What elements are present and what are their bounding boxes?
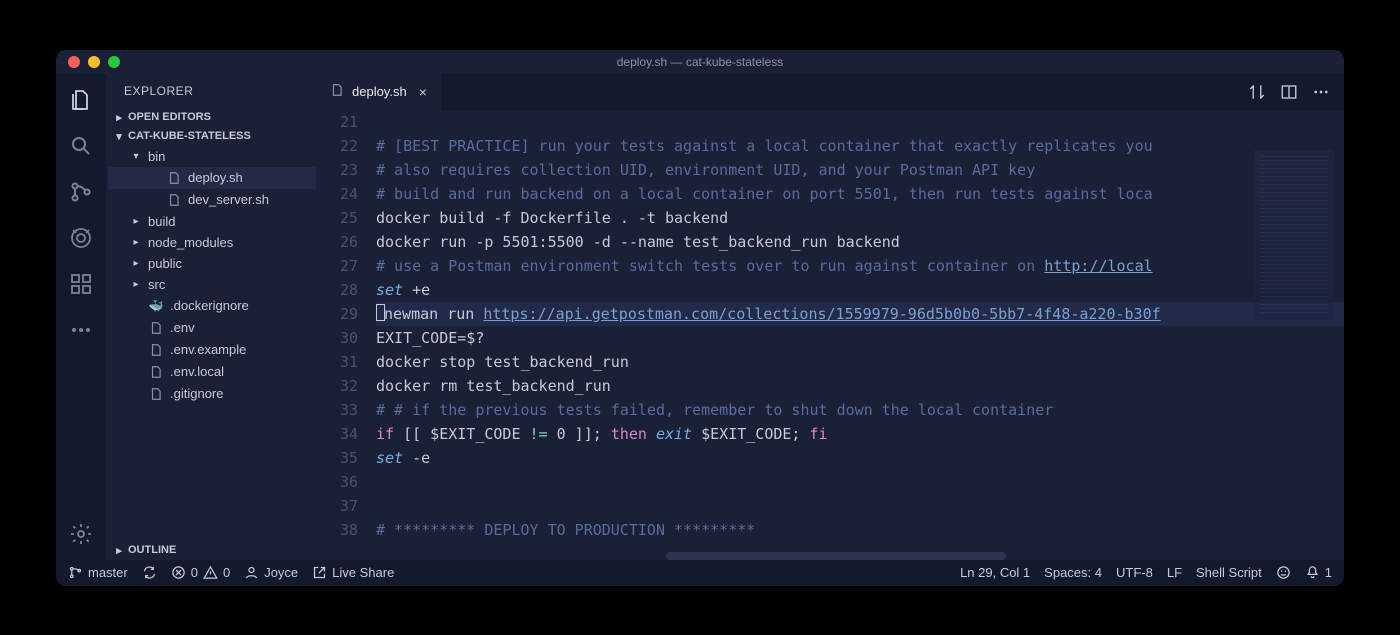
file-icon — [330, 83, 344, 100]
tree-item-label: bin — [148, 149, 165, 164]
tab-label: deploy.sh — [352, 84, 407, 99]
outline-section[interactable]: ▸ OUTLINE — [106, 541, 316, 560]
scrollbar-thumb[interactable] — [666, 552, 1006, 560]
docker-icon: 🐳 — [148, 298, 164, 314]
chevron-right-icon: ▸ — [130, 216, 142, 227]
chevron-right-icon: ▸ — [112, 111, 126, 124]
indentation-item[interactable]: Spaces: 4 — [1044, 565, 1102, 580]
tree-item-label: src — [148, 277, 165, 292]
chevron-down-icon: ▾ — [130, 151, 142, 162]
error-count: 0 — [191, 565, 198, 580]
tree-item-label: .env.local — [170, 364, 224, 379]
file-icon — [148, 342, 164, 358]
file-icon — [148, 320, 164, 336]
folder-build[interactable]: ▸ build — [108, 211, 316, 232]
file-icon — [148, 386, 164, 402]
minimap[interactable] — [1254, 150, 1334, 320]
branch-name: master — [88, 565, 128, 580]
tree-item-label: node_modules — [148, 235, 233, 250]
folder-bin[interactable]: ▾ bin — [108, 146, 316, 167]
file--env[interactable]: .env — [108, 317, 316, 339]
extensions-icon[interactable] — [67, 270, 95, 298]
sidebar: EXPLORER ▸ OPEN EDITORS ▾ CAT-KUBE-STATE… — [106, 74, 316, 560]
vscode-window: deploy.sh — cat-kube-stateless — [56, 50, 1344, 586]
tree-item-label: dev_server.sh — [188, 192, 269, 207]
encoding-item[interactable]: UTF-8 — [1116, 565, 1153, 580]
compare-icon[interactable] — [1248, 83, 1266, 101]
settings-gear-icon[interactable] — [67, 520, 95, 548]
notifications-item[interactable]: 1 — [1305, 565, 1332, 580]
line-gutter: 212223242526272829303132333435363738 — [316, 110, 376, 560]
tree-item-label: deploy.sh — [188, 170, 243, 185]
project-label: CAT-KUBE-STATELESS — [128, 130, 251, 142]
window-title: deploy.sh — cat-kube-stateless — [617, 55, 784, 69]
tab-bar: deploy.sh × — [316, 74, 1344, 110]
live-share-item[interactable]: Live Share — [312, 565, 394, 580]
zoom-window-button[interactable] — [108, 56, 120, 68]
file-icon — [166, 170, 182, 186]
titlebar: deploy.sh — cat-kube-stateless — [56, 50, 1344, 74]
tree-item-label: public — [148, 256, 182, 271]
file-icon — [166, 192, 182, 208]
open-editors-section[interactable]: ▸ OPEN EDITORS — [106, 108, 316, 127]
sync-item[interactable] — [142, 565, 157, 580]
code-editor[interactable]: 212223242526272829303132333435363738 # [… — [316, 110, 1344, 560]
editor-actions — [1234, 74, 1344, 110]
tree-item-label: .dockerignore — [170, 298, 249, 313]
editor-area: deploy.sh × 21222324252627 — [316, 74, 1344, 560]
explorer-icon[interactable] — [67, 86, 95, 114]
chevron-right-icon: ▸ — [112, 544, 126, 557]
open-editors-label: OPEN EDITORS — [128, 111, 211, 123]
search-icon[interactable] — [67, 132, 95, 160]
main-area: EXPLORER ▸ OPEN EDITORS ▾ CAT-KUBE-STATE… — [56, 74, 1344, 560]
warning-count: 0 — [223, 565, 230, 580]
tree-item-label: build — [148, 214, 175, 229]
folder-src[interactable]: ▸ src — [108, 274, 316, 295]
file--gitignore[interactable]: .gitignore — [108, 383, 316, 405]
folder-node_modules[interactable]: ▸ node_modules — [108, 232, 316, 253]
split-editor-icon[interactable] — [1280, 83, 1298, 101]
live-share-label: Live Share — [332, 565, 394, 580]
feedback-icon[interactable] — [1276, 565, 1291, 580]
file-dev_server-sh[interactable]: dev_server.sh — [108, 189, 316, 211]
chevron-right-icon: ▸ — [130, 258, 142, 269]
more-icon[interactable] — [67, 316, 95, 344]
debug-icon[interactable] — [67, 224, 95, 252]
outline-label: OUTLINE — [128, 544, 176, 556]
chevron-right-icon: ▸ — [130, 237, 142, 248]
folder-public[interactable]: ▸ public — [108, 253, 316, 274]
cursor-position-item[interactable]: Ln 29, Col 1 — [960, 565, 1030, 580]
tree-item-label: .env — [170, 320, 195, 335]
language-mode-item[interactable]: Shell Script — [1196, 565, 1262, 580]
tab-deploy-sh[interactable]: deploy.sh × — [316, 74, 442, 110]
eol-item[interactable]: LF — [1167, 565, 1182, 580]
project-section[interactable]: ▾ CAT-KUBE-STATELESS — [106, 127, 316, 146]
minimize-window-button[interactable] — [88, 56, 100, 68]
tree-item-label: .gitignore — [170, 386, 223, 401]
code-content[interactable]: # [BEST PRACTICE] run your tests against… — [376, 110, 1344, 560]
horizontal-scrollbar[interactable] — [666, 552, 1344, 560]
file--env-example[interactable]: .env.example — [108, 339, 316, 361]
close-window-button[interactable] — [68, 56, 80, 68]
status-bar: master 0 0 Joyce Live Share Ln 29, Col 1… — [56, 560, 1344, 586]
close-tab-icon[interactable]: × — [415, 84, 431, 100]
problems-item[interactable]: 0 0 — [171, 565, 230, 580]
sidebar-title: EXPLORER — [106, 74, 316, 108]
more-actions-icon[interactable] — [1312, 83, 1330, 101]
activity-bar — [56, 74, 106, 560]
chevron-down-icon: ▾ — [112, 130, 126, 143]
git-branch-item[interactable]: master — [68, 565, 128, 580]
chevron-right-icon: ▸ — [130, 279, 142, 290]
file-deploy-sh[interactable]: deploy.sh — [108, 167, 316, 189]
notification-count: 1 — [1325, 565, 1332, 580]
user-name: Joyce — [264, 565, 298, 580]
user-item[interactable]: Joyce — [244, 565, 298, 580]
traffic-lights — [68, 56, 120, 68]
file-icon — [148, 364, 164, 380]
tree-item-label: .env.example — [170, 342, 246, 357]
file--env-local[interactable]: .env.local — [108, 361, 316, 383]
file-tree: ▾ bin deploy.sh dev_server.sh ▸ build ▸ node_mo… — [106, 146, 316, 405]
source-control-icon[interactable] — [67, 178, 95, 206]
file--dockerignore[interactable]: 🐳 .dockerignore — [108, 295, 316, 317]
